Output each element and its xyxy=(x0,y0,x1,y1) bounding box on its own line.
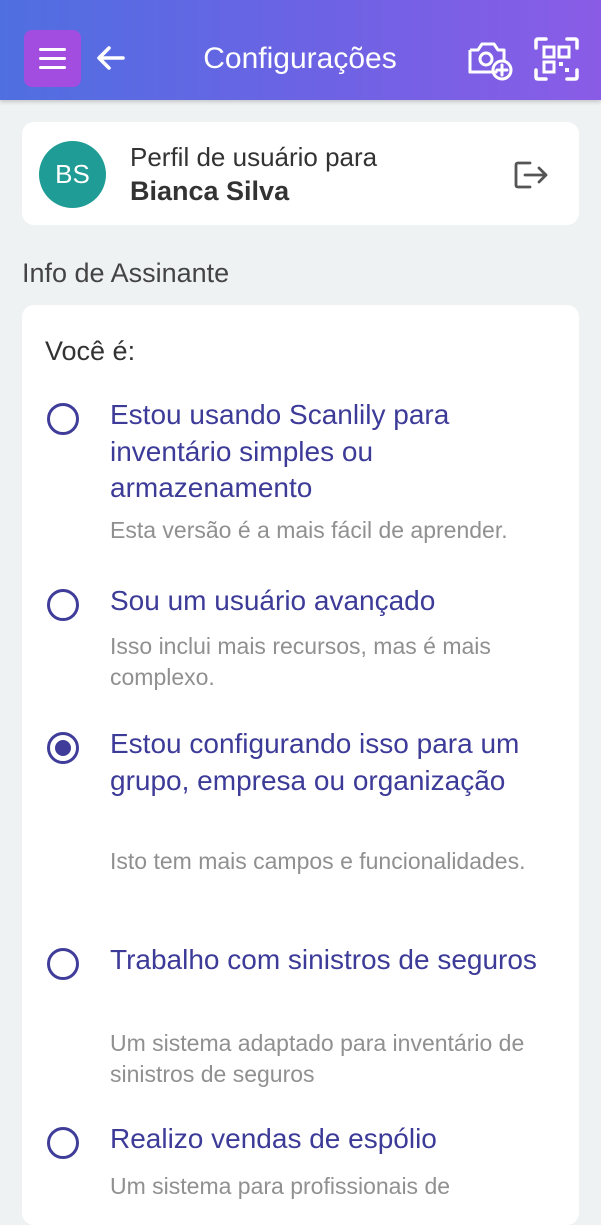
camera-add-button[interactable] xyxy=(466,36,514,82)
radio-button[interactable] xyxy=(47,403,79,435)
question-label: Você é: xyxy=(45,336,136,366)
arrow-left-icon xyxy=(97,46,125,70)
radio-button-selected[interactable] xyxy=(47,732,79,764)
option-description: Um sistema adaptado para inventário de s… xyxy=(110,1030,525,1087)
radio-button[interactable] xyxy=(47,1127,79,1159)
radio-button[interactable] xyxy=(47,948,79,980)
profile-label: Perfil de usuário para xyxy=(130,142,378,172)
option-title: Realizo vendas de espólio xyxy=(110,1123,437,1154)
option-description: Isso inclui mais recursos, mas é mais co… xyxy=(110,633,491,690)
logout-icon xyxy=(514,161,548,189)
option-title: Estou usando Scanlily para inventário si… xyxy=(110,399,450,503)
camera-add-icon xyxy=(468,42,513,81)
qr-scan-button[interactable] xyxy=(533,36,580,82)
logout-button[interactable] xyxy=(512,157,552,193)
radio-button[interactable] xyxy=(47,589,79,621)
option-description: Um sistema para profissionais de xyxy=(110,1173,451,1199)
menu-button[interactable] xyxy=(24,30,81,87)
profile-card: BS Perfil de usuário para Bianca Silva xyxy=(22,122,579,225)
qr-scan-icon xyxy=(534,37,579,81)
option-description: Isto tem mais campos e funcionalidades. xyxy=(110,848,526,874)
option-title: Estou configurando isso para um grupo, e… xyxy=(110,728,520,796)
back-button[interactable] xyxy=(93,40,129,76)
profile-name: Bianca Silva xyxy=(130,176,290,206)
subscriber-options-card: Você é: Estou usando Scanlily para inven… xyxy=(22,305,579,1225)
hamburger-menu-icon xyxy=(39,48,66,51)
option-description: Esta versão é a mais fácil de aprender. xyxy=(110,517,508,543)
option-title: Trabalho com sinistros de seguros xyxy=(110,944,537,975)
page-title: Configurações xyxy=(203,42,397,75)
section-heading: Info de Assinante xyxy=(22,258,230,288)
option-title: Sou um usuário avançado xyxy=(110,585,436,616)
avatar: BS xyxy=(39,141,106,208)
app-header: Configurações xyxy=(0,0,601,100)
